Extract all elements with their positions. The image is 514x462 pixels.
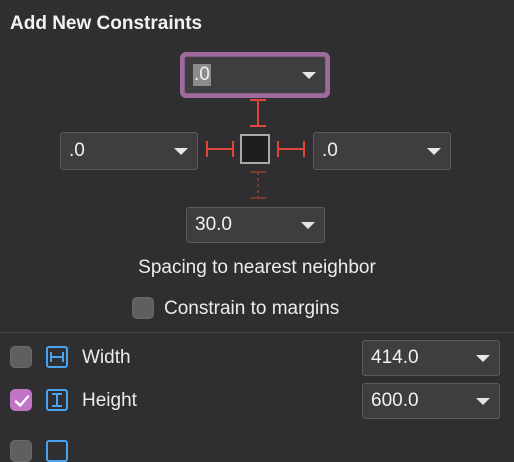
chevron-down-icon[interactable] (476, 355, 490, 362)
height-value-combo[interactable]: 600.0 (362, 383, 500, 419)
section-divider (0, 332, 514, 333)
height-checkbox[interactable] (10, 389, 32, 411)
width-value-combo[interactable]: 414.0 (362, 340, 500, 376)
height-label: Height (82, 390, 137, 411)
spacing-caption: Spacing to nearest neighbor (138, 257, 376, 278)
right-strut-icon[interactable] (277, 141, 305, 157)
chevron-down-icon[interactable] (476, 398, 490, 405)
bottom-strut-icon[interactable] (250, 171, 266, 199)
width-value[interactable]: 414.0 (371, 347, 419, 369)
width-label: Width (82, 347, 131, 368)
selected-view-box (240, 134, 270, 164)
next-row-checkbox[interactable] (10, 440, 32, 462)
width-checkbox[interactable] (10, 346, 32, 368)
next-row-constraint-icon (46, 440, 68, 462)
checkmark-icon (14, 395, 30, 407)
width-constraint-icon (46, 346, 68, 368)
height-value[interactable]: 600.0 (371, 390, 419, 412)
constraint-struts (206, 99, 305, 199)
top-strut-icon[interactable] (250, 99, 266, 127)
constrain-to-margins-label[interactable]: Constrain to margins (164, 298, 339, 320)
constrain-to-margins-checkbox[interactable] (132, 297, 154, 319)
left-strut-icon[interactable] (206, 141, 234, 157)
height-constraint-icon (46, 389, 68, 411)
